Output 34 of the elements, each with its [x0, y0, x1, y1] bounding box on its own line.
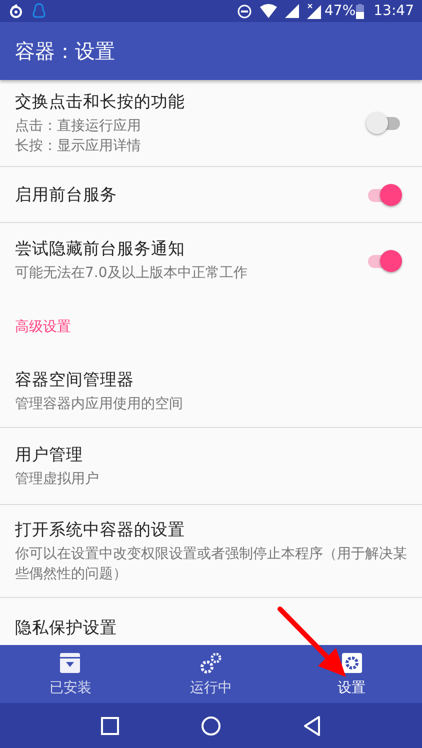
clock-time: 13:47: [374, 3, 414, 19]
settings-icon: [340, 652, 363, 674]
download-box-icon: [59, 652, 82, 674]
setting-title: 交换点击和长按的功能: [15, 90, 186, 112]
toggle-switch[interactable]: [366, 112, 402, 134]
penguin-icon: [32, 3, 46, 19]
screen-title: 容器：设置: [15, 38, 115, 64]
battery-percentage: 47%: [324, 3, 356, 19]
setting-title: 隐私保护设置: [15, 617, 118, 639]
setting-title: 启用前台服务: [15, 184, 118, 206]
battery-icon: [356, 4, 364, 18]
section-header: 高级设置: [14, 318, 72, 337]
setting-summary: 你可以在设置中改变权限设置或者强制停止本程序（用于解决某些偶然性的问题）: [15, 544, 407, 584]
toggle-switch[interactable]: [366, 250, 402, 272]
annotation-arrow: [278, 606, 346, 677]
do-not-disturb-icon: [236, 4, 252, 18]
gears-icon: [200, 652, 222, 674]
recents-button[interactable]: [101, 716, 119, 734]
signal-icon: [306, 4, 321, 18]
app-notification-icon: [8, 3, 24, 19]
setting-summary: 管理容器内应用使用的空间: [15, 395, 184, 414]
setting-title: 容器空间管理器: [15, 369, 135, 391]
setting-title: 用户管理: [15, 444, 84, 466]
setting-summary: 可能无法在7.0及以上版本中正常工作: [15, 264, 248, 283]
setting-summary: 管理虚拟用户: [15, 470, 100, 488]
setting-summary: 长按：显示应用详情: [15, 136, 142, 156]
setting-title: 尝试隐藏前台服务通知: [15, 238, 186, 260]
wifi-icon: [260, 4, 277, 18]
setting-summary: 点击：直接运行应用: [15, 116, 142, 136]
toggle-switch[interactable]: [366, 184, 402, 206]
back-button[interactable]: [303, 716, 321, 736]
signal-icon: [284, 4, 299, 18]
home-button[interactable]: [201, 716, 221, 736]
setting-title: 打开系统中容器的设置: [15, 518, 186, 540]
